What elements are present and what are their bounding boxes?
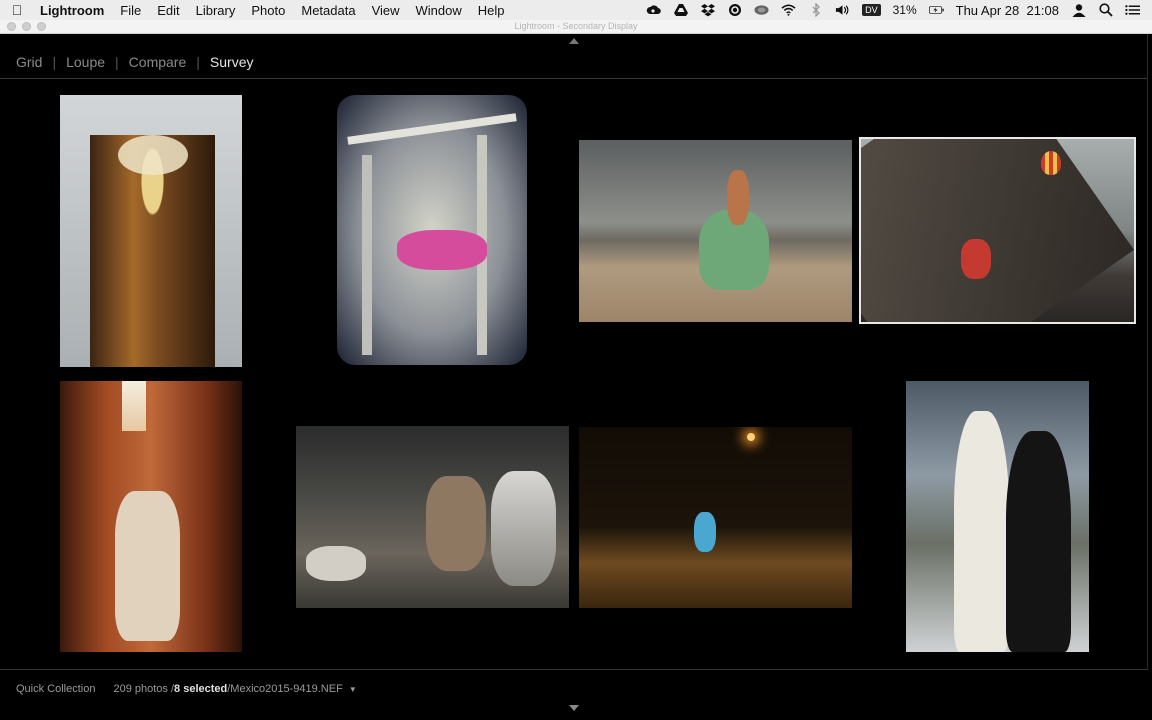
spotlight-search-icon[interactable] <box>1098 3 1113 18</box>
menu-app-name[interactable]: Lightroom <box>40 3 104 18</box>
status-area: DV 31% Thu Apr 28 21:08 <box>646 0 1140 20</box>
selected-count: 8 selected <box>174 683 228 695</box>
menu-window[interactable]: Window <box>416 3 462 18</box>
menu-edit[interactable]: Edit <box>157 3 179 18</box>
dropbox-icon[interactable] <box>700 3 715 18</box>
menu-help[interactable]: Help <box>478 3 505 18</box>
wifi-icon[interactable] <box>781 3 796 18</box>
menu-photo[interactable]: Photo <box>251 3 285 18</box>
clock[interactable]: Thu Apr 28 21:08 <box>956 3 1059 18</box>
photo-scaffold <box>362 155 372 355</box>
survey-photo-3[interactable] <box>579 140 852 322</box>
survey-photo-8[interactable] <box>906 381 1089 652</box>
chevron-down-icon[interactable]: ▼ <box>349 685 357 694</box>
photo-hair <box>118 135 188 175</box>
tab-survey[interactable]: Survey <box>210 54 254 70</box>
collapse-top-panel-icon[interactable] <box>569 38 579 44</box>
photo-subject <box>694 512 716 552</box>
tab-separator: | <box>115 54 119 70</box>
tab-separator: | <box>196 54 200 70</box>
window-title: Lightroom - Secondary Display <box>514 21 638 31</box>
tab-compare[interactable]: Compare <box>129 54 187 70</box>
photo-scaffold <box>347 113 517 145</box>
cloud-icon[interactable] <box>754 3 769 18</box>
tab-grid[interactable]: Grid <box>16 54 42 70</box>
photo-subject <box>397 230 487 270</box>
window-titlebar: Lightroom - Secondary Display <box>0 20 1152 34</box>
photo-balloon <box>1041 151 1061 175</box>
view-mode-tabs: Grid | Loupe | Compare | Survey <box>16 54 253 70</box>
photo-subject <box>115 491 180 641</box>
battery-charging-icon[interactable] <box>928 3 944 18</box>
dv-badge[interactable]: DV <box>862 4 881 16</box>
menu-bar:  Lightroom File Edit Library Photo Meta… <box>0 0 1152 20</box>
photo-count: 209 photos / <box>113 683 175 695</box>
user-icon[interactable] <box>1071 3 1086 18</box>
collapse-bottom-panel-icon[interactable] <box>569 705 579 711</box>
photo-subject <box>961 239 991 279</box>
photo-skull <box>306 546 366 581</box>
current-filename[interactable]: /Mexico2015-9419.NEF <box>227 683 343 695</box>
photo-streetlight <box>747 433 755 441</box>
tab-separator: | <box>52 54 57 70</box>
photo-pyramid <box>861 139 1134 322</box>
notification-center-icon[interactable] <box>1125 3 1140 18</box>
apple-icon[interactable]:  <box>8 2 26 18</box>
footer-divider <box>0 669 1148 670</box>
survey-photo-6[interactable] <box>296 426 569 608</box>
menu-view[interactable]: View <box>372 3 400 18</box>
survey-photo-4[interactable] <box>859 137 1136 324</box>
survey-photo-7[interactable] <box>579 427 852 608</box>
source-label[interactable]: Quick Collection <box>16 683 95 695</box>
photo-dog <box>491 471 556 586</box>
photo-subject-black <box>1006 431 1071 652</box>
survey-photo-1[interactable] <box>60 95 242 367</box>
survey-photo-5[interactable] <box>60 381 242 652</box>
menu-library[interactable]: Library <box>196 3 236 18</box>
menu-file[interactable]: File <box>120 3 141 18</box>
header-divider <box>0 78 1148 79</box>
photo-subject <box>426 476 486 571</box>
battery-percentage: 31% <box>892 3 917 17</box>
window-edge <box>1147 34 1148 670</box>
creative-cloud-icon[interactable] <box>646 3 661 18</box>
photo-light <box>122 381 146 431</box>
bluetooth-icon[interactable] <box>808 3 823 18</box>
volume-icon[interactable] <box>835 3 850 18</box>
sync-icon[interactable] <box>727 3 742 18</box>
survey-photo-2[interactable] <box>337 95 527 365</box>
menu-metadata[interactable]: Metadata <box>301 3 355 18</box>
photo-hair <box>727 170 749 225</box>
photo-subject-white <box>954 411 1009 652</box>
tab-loupe[interactable]: Loupe <box>66 54 105 70</box>
filmstrip-status: Quick Collection 209 photos / 8 selected… <box>16 683 357 695</box>
google-drive-icon[interactable] <box>673 3 688 18</box>
